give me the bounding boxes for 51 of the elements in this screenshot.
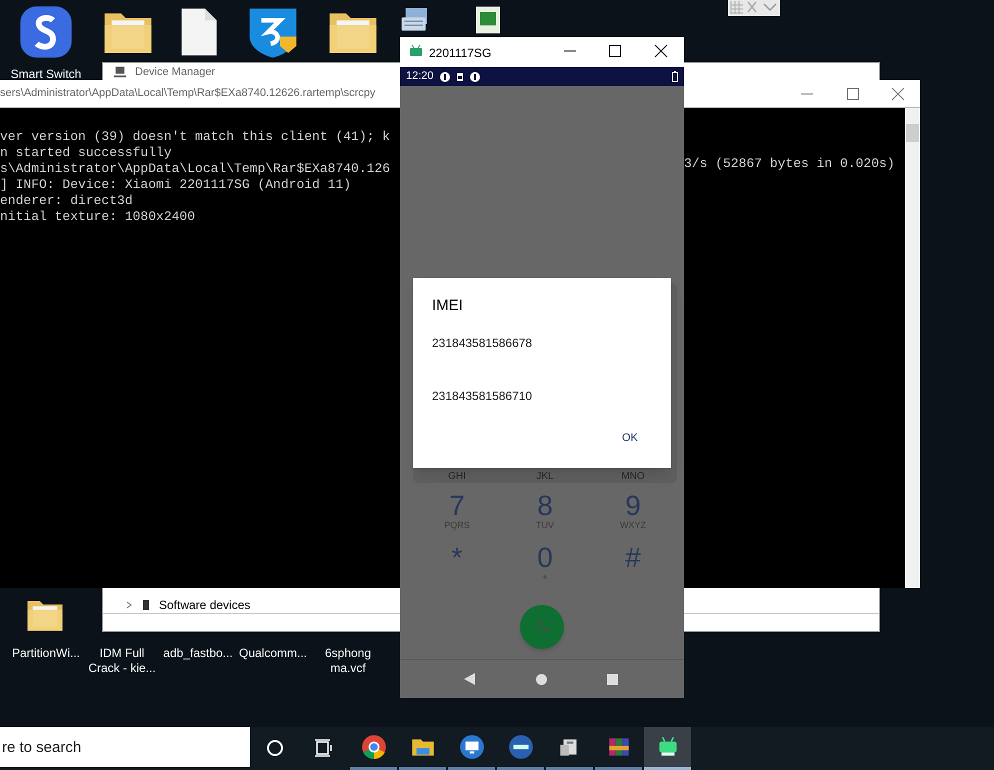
key-letters: JKL — [535, 471, 555, 483]
monitor-icon — [458, 734, 484, 760]
dial-key[interactable]: # — [589, 544, 677, 592]
smart-switch-icon[interactable] — [18, 4, 74, 60]
chrome-icon — [360, 734, 386, 760]
console-line: s\Administrator\AppData\Local\Temp\Rar$EXa8740.126 — [0, 161, 390, 176]
dial-key[interactable]: 0 + — [501, 544, 589, 592]
notification-icon — [470, 72, 480, 82]
phone-icon — [535, 620, 549, 634]
android-icon — [409, 45, 423, 57]
home-icon[interactable] — [536, 674, 547, 685]
console-line: nitial texture: 1080x2400 — [0, 209, 196, 224]
icon-label: PartitionWi... — [10, 646, 81, 661]
notification-icon — [440, 72, 450, 82]
sim-icon — [456, 72, 464, 82]
chevron-icon[interactable] — [125, 601, 133, 609]
dialog-title: IMEI — [432, 296, 463, 316]
key-letters: MNO — [620, 471, 646, 483]
console-line: enderer: direct3d — [0, 193, 133, 208]
key-letters: GHI — [447, 471, 467, 483]
ok-button[interactable]: OK — [619, 430, 641, 446]
dial-key[interactable]: * — [413, 544, 501, 592]
status-time: 12:20 — [406, 69, 434, 84]
icon-label: 6sphong ma.vcf — [324, 646, 372, 676]
window-title: Device Manager — [135, 66, 216, 78]
console-line: ver version (39) doesn't match this client (41); k — [0, 129, 390, 144]
scrollbar-thumb[interactable] — [906, 124, 919, 142]
console-line: n started successfully — [0, 145, 172, 160]
task-view-icon[interactable] — [314, 739, 332, 757]
icon-label: IDM Full Crack - kie... — [87, 646, 157, 676]
icon-label: adb_fastbo... — [162, 646, 234, 661]
taskbar-button[interactable] — [644, 727, 691, 770]
imei-number: 231843581586710 — [432, 388, 532, 405]
window-title: 2201117SG — [429, 45, 492, 62]
tree-item[interactable]: Software devices — [159, 598, 250, 612]
device-icon — [141, 599, 151, 611]
back-icon[interactable] — [464, 673, 476, 685]
imei-number: 231843581586678 — [432, 335, 532, 352]
search-field[interactable]: re to search — [0, 727, 250, 767]
window-title: sers\Administrator\AppData\Local\Temp\Rar$EXa8740.12626.rartemp\scrcpy — [0, 86, 376, 102]
console-line: ] INFO: Device: Xiaomi 2201117SG (Android 11) — [0, 177, 352, 192]
circle-icon[interactable] — [266, 739, 284, 757]
scrollbar[interactable] — [905, 108, 920, 588]
console-line: 3/s (52867 bytes in 0.020s) — [684, 156, 895, 172]
battery-icon — [672, 71, 678, 82]
dpt-icon — [508, 734, 534, 760]
close-icon[interactable] — [654, 44, 668, 58]
computer-icon — [113, 65, 127, 79]
icon-label: Qualcomm... — [238, 646, 308, 661]
maximize-icon[interactable] — [608, 44, 622, 58]
icon-label: Smart Switch — [10, 66, 82, 83]
